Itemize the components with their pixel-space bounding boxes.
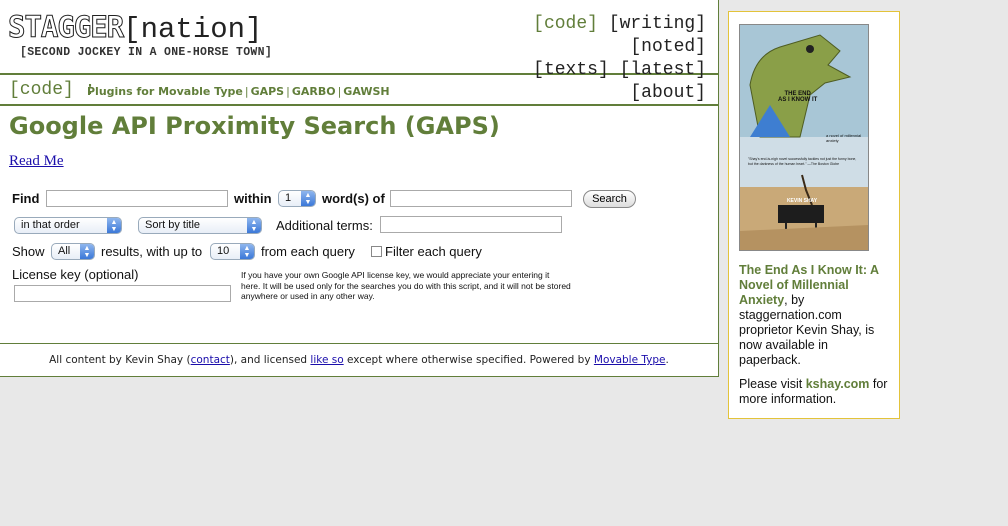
license-key-label: License key (optional) — [12, 267, 139, 282]
cover-blurb: "Shay's end-is-nigh novel successfully t… — [748, 157, 857, 166]
from-each-label: from each query — [261, 244, 355, 259]
additional-terms-input[interactable] — [380, 216, 562, 233]
footer-contact-link[interactable]: contact — [191, 354, 230, 366]
footer-movable-type-link[interactable]: Movable Type — [594, 354, 666, 366]
per-query-select-value: 10 — [217, 245, 230, 257]
select-arrows-icon: ▲ ▼ — [247, 218, 261, 233]
nav-noted[interactable]: [noted] — [630, 37, 706, 57]
breadcrumb-link-gawsh[interactable]: GAWSH — [343, 85, 389, 98]
cover-subtitle: a novel of millennial anxiety — [826, 133, 862, 143]
footer-license-link[interactable]: like so — [310, 354, 343, 366]
license-key-input[interactable] — [14, 285, 231, 302]
show-label: Show — [12, 244, 45, 259]
nav-code[interactable]: [code] — [533, 14, 598, 34]
site-logo[interactable]: STAGGER[nation] — [7, 10, 263, 47]
filter-checkbox[interactable] — [371, 246, 382, 257]
license-note: If you have your own Google API license … — [241, 270, 571, 301]
breadcrumb-section[interactable]: [code] : — [9, 80, 95, 100]
book-description: The End As I Know It: A Novel of Millenn… — [739, 263, 893, 407]
page-title: Google API Proximity Search (GAPS) — [9, 112, 500, 140]
within-select-value: 1 — [285, 192, 292, 204]
separator: | — [286, 85, 290, 98]
kshay-link[interactable]: kshay.com — [806, 377, 870, 391]
within-label: within — [234, 191, 272, 206]
logo-stagger: STAGGER — [7, 10, 124, 45]
book-title-link[interactable]: The End As I Know It: A Novel of Millenn… — [739, 263, 879, 307]
select-arrows-icon: ▲ ▼ — [240, 244, 254, 259]
visit-text: Please visit — [739, 377, 806, 391]
additional-terms-label: Additional terms: — [276, 218, 373, 233]
visit-line: Please visit kshay.com for more informat… — [739, 377, 893, 407]
show-select-value: All — [58, 245, 71, 257]
footer-prefix: All content by Kevin Shay ( — [49, 354, 191, 366]
sidebar-book-promo: THE END AS I KNOW IT a novel of millennia… — [728, 11, 900, 419]
nav-texts[interactable]: [texts] — [533, 60, 609, 80]
sort-select-value: Sort by title — [145, 219, 201, 231]
select-arrows-icon: ▲ ▼ — [301, 191, 315, 206]
select-arrows-icon: ▲ ▼ — [107, 218, 121, 233]
breadcrumb-link-garbo[interactable]: GARBO — [292, 85, 336, 98]
breadcrumb-section-label: [code] — [9, 80, 74, 100]
find-input[interactable] — [46, 190, 228, 207]
footer-middle: ), and licensed — [229, 354, 311, 366]
cover-author: KEVIN SHAY — [786, 198, 818, 204]
sort-select[interactable]: Sort by title ▲ ▼ — [138, 217, 262, 234]
find-label: Find — [12, 191, 40, 206]
filter-label: Filter each query — [385, 244, 482, 259]
breadcrumb: [code] : Plugins for Movable Type | GAPS | G… — [0, 78, 718, 106]
read-me-link[interactable]: Read Me — [9, 153, 64, 170]
cover-title: THE END AS I KNOW IT — [778, 91, 817, 103]
breadcrumb-link-gaps[interactable]: GAPS — [251, 85, 285, 98]
footer-end: . — [665, 354, 669, 366]
search-button[interactable]: Search — [583, 190, 636, 208]
main-content: STAGGER[nation] [SECOND JOCKEY IN A ONE-… — [0, 0, 719, 377]
results-label: results, with up to — [101, 244, 203, 259]
separator: | — [244, 85, 249, 98]
nav-latest[interactable]: [latest] — [620, 60, 706, 80]
nav-writing[interactable]: [writing] — [609, 14, 706, 34]
book-cover-image[interactable]: THE END AS I KNOW IT a novel of millennia… — [739, 24, 869, 251]
page-footer: All content by Kevin Shay (contact), and… — [0, 343, 718, 377]
breadcrumb-links: Plugins for Movable Type | GAPS | GARBO | GAWS… — [87, 85, 390, 98]
order-select-value: in that order — [21, 219, 80, 231]
within-select[interactable]: 1 ▲ ▼ — [278, 190, 316, 207]
cover-title-line2: AS I KNOW IT — [778, 97, 818, 103]
footer-after: except where otherwise specified. Powere… — [343, 354, 594, 366]
site-header: STAGGER[nation] [SECOND JOCKEY IN A ONE-… — [0, 0, 718, 103]
order-select[interactable]: in that order ▲ ▼ — [14, 217, 122, 234]
words-of-label: word(s) of — [322, 191, 385, 206]
logo-nation: [nation] — [123, 13, 263, 46]
breadcrumb-link-plugins[interactable]: Plugins for Movable Type — [87, 85, 243, 98]
select-arrows-icon: ▲ ▼ — [80, 244, 94, 259]
per-query-select[interactable]: 10 ▲ ▼ — [210, 243, 255, 260]
show-select[interactable]: All ▲ ▼ — [51, 243, 95, 260]
words-of-input[interactable] — [390, 190, 572, 207]
site-tagline: [SECOND JOCKEY IN A ONE-HORSE TOWN] — [20, 46, 273, 59]
